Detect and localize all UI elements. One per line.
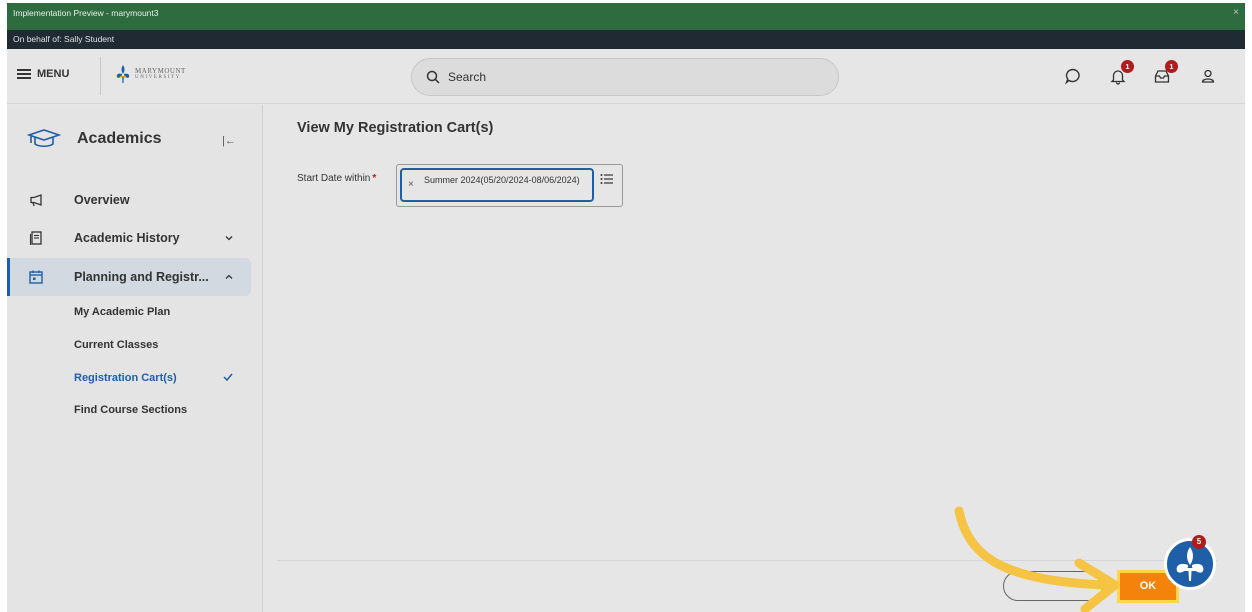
collapse-sidebar-icon[interactable]: |←	[222, 135, 236, 147]
notifications-badge: 1	[1121, 60, 1134, 73]
required-marker: *	[372, 173, 377, 184]
fleur-de-lis-icon	[116, 65, 130, 83]
start-date-label-text: Start Date within	[297, 173, 371, 184]
calendar-icon	[29, 270, 43, 284]
top-header: MENU MARYMOUNT UNIVERSITY Search 1 1	[7, 49, 1245, 104]
assistant-badge: 5	[1192, 535, 1206, 549]
sub-item-my-academic-plan[interactable]: My Academic Plan	[74, 306, 170, 318]
sidebar-title: Academics	[27, 129, 162, 149]
menu-label: MENU	[37, 68, 70, 80]
chevron-down-icon	[225, 236, 233, 241]
sub-item-current-classes[interactable]: Current Classes	[74, 339, 158, 351]
sidebar-item-label: Planning and Registr...	[74, 270, 209, 284]
sidebar: Academics |← Overview Academic History P…	[7, 105, 263, 612]
chevron-up-icon	[225, 274, 233, 279]
list-icon[interactable]	[600, 173, 614, 185]
arrow-annotation-icon	[954, 506, 1120, 612]
assistant-button[interactable]	[1164, 538, 1216, 590]
selected-term-chip[interactable]: × Summer 2024(05/20/2024-08/06/2024)	[400, 168, 594, 202]
menu-button[interactable]: MENU	[17, 68, 69, 80]
checkmark-icon	[223, 373, 233, 382]
search-placeholder: Search	[448, 70, 487, 84]
inbox-badge: 1	[1165, 60, 1178, 73]
fleur-de-lis-icon	[1176, 547, 1204, 581]
profile-icon[interactable]	[1199, 67, 1217, 85]
close-icon[interactable]: ×	[1233, 7, 1239, 18]
sidebar-item-label: Academic History	[74, 231, 180, 245]
sidebar-title-label: Academics	[77, 130, 162, 147]
search-input[interactable]: Search	[411, 58, 839, 96]
sub-item-registration-carts[interactable]: Registration Cart(s)	[74, 372, 177, 384]
search-icon	[426, 70, 440, 84]
sidebar-item-planning-registration[interactable]: Planning and Registr...	[7, 258, 251, 296]
hamburger-icon	[17, 69, 31, 79]
app-frame: Implementation Preview - marymount3 × On…	[7, 3, 1245, 612]
document-icon	[29, 231, 42, 245]
page-title: View My Registration Cart(s)	[297, 120, 494, 136]
start-date-label: Start Date within *	[297, 173, 376, 184]
sidebar-item-label: Overview	[74, 193, 130, 207]
sidebar-item-overview[interactable]: Overview	[7, 181, 251, 219]
selected-term-text: Summer 2024(05/20/2024-08/06/2024)	[424, 175, 580, 185]
remove-selection-icon[interactable]: ×	[408, 179, 414, 190]
sidebar-item-academic-history[interactable]: Academic History	[7, 219, 251, 257]
header-divider	[100, 57, 101, 95]
logo-text-top: MARYMOUNT	[135, 67, 186, 75]
university-logo[interactable]: MARYMOUNT UNIVERSITY	[115, 64, 186, 84]
sub-item-find-course-sections[interactable]: Find Course Sections	[74, 404, 187, 416]
start-date-prompt[interactable]: × Summer 2024(05/20/2024-08/06/2024)	[396, 164, 623, 207]
behalf-bar: On behalf of: Sally Student	[7, 30, 1245, 49]
graduation-cap-icon	[27, 129, 61, 148]
chat-icon[interactable]	[1064, 67, 1082, 85]
preview-title: Implementation Preview - marymount3	[13, 8, 159, 18]
logo-text-bottom: UNIVERSITY	[135, 75, 181, 80]
megaphone-icon	[30, 194, 42, 207]
preview-bar: Implementation Preview - marymount3 ×	[7, 3, 1245, 30]
behalf-text: On behalf of: Sally Student	[13, 34, 115, 44]
